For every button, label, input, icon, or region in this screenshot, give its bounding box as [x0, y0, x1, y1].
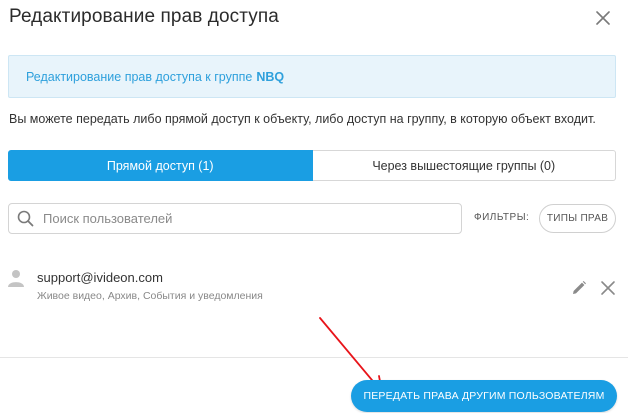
info-text: Редактирование прав доступа к группе [26, 69, 253, 84]
search-input[interactable] [41, 210, 445, 227]
tab-direct-access[interactable]: Прямой доступ (1) [8, 150, 313, 181]
search-icon [17, 210, 35, 228]
info-banner: Редактирование прав доступа к группе NBQ [8, 55, 616, 98]
remove-icon [601, 281, 615, 295]
edit-button[interactable] [570, 279, 588, 297]
user-permissions: Живое видео, Архив, События и уведомлени… [37, 290, 263, 302]
footer-divider [0, 357, 628, 358]
remove-user-button[interactable] [599, 279, 617, 297]
filters-label: ФИЛЬТРЫ: [474, 212, 530, 223]
close-icon [596, 11, 610, 25]
rights-type-filter-button[interactable]: ТИПЫ ПРАВ [539, 204, 616, 233]
edit-access-dialog: Редактирование прав доступа Редактирован… [0, 0, 628, 413]
group-name: NBQ [256, 69, 285, 84]
access-tabs: Прямой доступ (1) Через вышестоящие груп… [8, 150, 616, 181]
share-rights-button[interactable]: ПЕРЕДАТЬ ПРАВА ДРУГИМ ПОЛЬЗОВАТЕЛЯМ [351, 380, 617, 412]
user-icon [8, 270, 24, 287]
user-list-item: support@ivideon.com Живое видео, Архив, … [0, 260, 628, 310]
tab-parent-groups[interactable]: Через вышестоящие группы (0) [312, 150, 616, 181]
pencil-icon [573, 281, 586, 294]
user-email: support@ivideon.com [37, 270, 163, 285]
dialog-title: Редактирование прав доступа [9, 6, 279, 27]
search-box [8, 203, 462, 234]
access-description: Вы можете передать либо прямой доступ к … [9, 112, 596, 126]
close-button[interactable] [592, 7, 614, 29]
